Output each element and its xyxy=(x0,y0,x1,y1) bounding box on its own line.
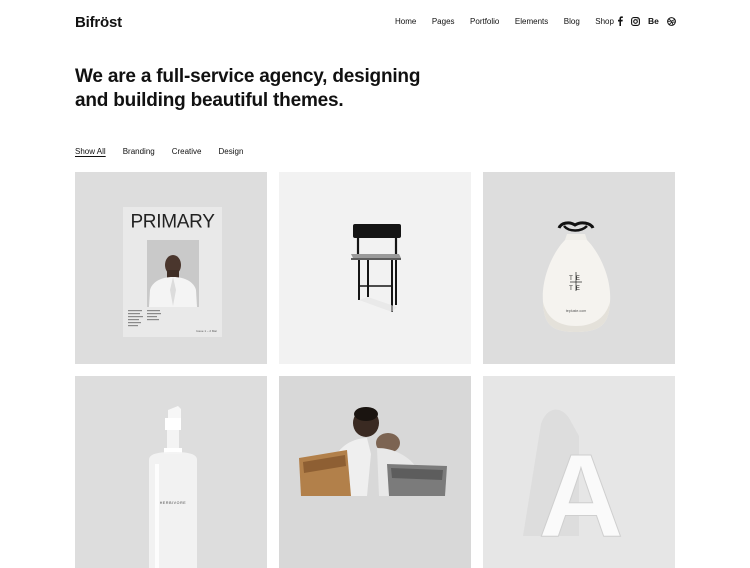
hero-line-2: and building beautiful themes. xyxy=(75,90,344,111)
portfolio-item-bag[interactable]: TE TE tepluste.com xyxy=(483,172,675,364)
nav-item-pages[interactable]: Pages xyxy=(432,17,455,26)
nav-item-shop[interactable]: Shop xyxy=(595,17,614,26)
behance-icon[interactable]: Be xyxy=(648,16,659,26)
dribbble-icon[interactable] xyxy=(666,16,676,26)
hero-line-1: We are a full-service agency, designing xyxy=(75,66,421,87)
portfolio-item-chair[interactable] xyxy=(279,172,471,364)
letter-a: A xyxy=(538,430,623,562)
brand-logo[interactable]: Bifröst xyxy=(75,14,122,31)
bottle-image: HERBIVORE xyxy=(149,406,197,568)
nav-item-portfolio[interactable]: Portfolio xyxy=(470,17,499,26)
social-links: Be xyxy=(617,16,676,26)
magazine-title: PRIMARY xyxy=(130,212,215,233)
bottle-label: HERBIVORE xyxy=(160,501,187,505)
facebook-icon[interactable] xyxy=(617,16,623,26)
main-nav: Home Pages Portfolio Elements Blog Shop xyxy=(395,17,629,26)
filter-branding[interactable]: Branding xyxy=(123,147,155,156)
magazine-image: PRIMARY Issue 1 – 2 Mar xyxy=(123,207,222,337)
bag-url: tepluste.com xyxy=(566,309,586,313)
filter-show-all[interactable]: Show All xyxy=(75,147,106,156)
filter-creative[interactable]: Creative xyxy=(172,147,202,156)
nav-item-blog[interactable]: Blog xyxy=(564,17,580,26)
instagram-icon[interactable] xyxy=(631,16,640,26)
people-image xyxy=(299,407,447,496)
portfolio-item-magazine[interactable]: PRIMARY Issue 1 – 2 Mar xyxy=(75,172,267,364)
bag-image: TE TE tepluste.com xyxy=(542,221,611,332)
portfolio-item-bottle[interactable]: HERBIVORE xyxy=(75,376,267,568)
portfolio-item-people[interactable] xyxy=(279,376,471,568)
letter-image: A xyxy=(523,409,624,563)
filter-design[interactable]: Design xyxy=(219,147,244,156)
hero-headline: We are a full-service agency, designing … xyxy=(75,65,475,113)
chair-image xyxy=(351,224,401,312)
portfolio-filters: Show All Branding Creative Design xyxy=(75,147,260,156)
nav-item-home[interactable]: Home xyxy=(395,17,416,26)
magazine-issue: Issue 1 – 2 Mar xyxy=(196,329,217,333)
portfolio-item-letter[interactable]: A xyxy=(483,376,675,568)
nav-item-elements[interactable]: Elements xyxy=(515,17,548,26)
